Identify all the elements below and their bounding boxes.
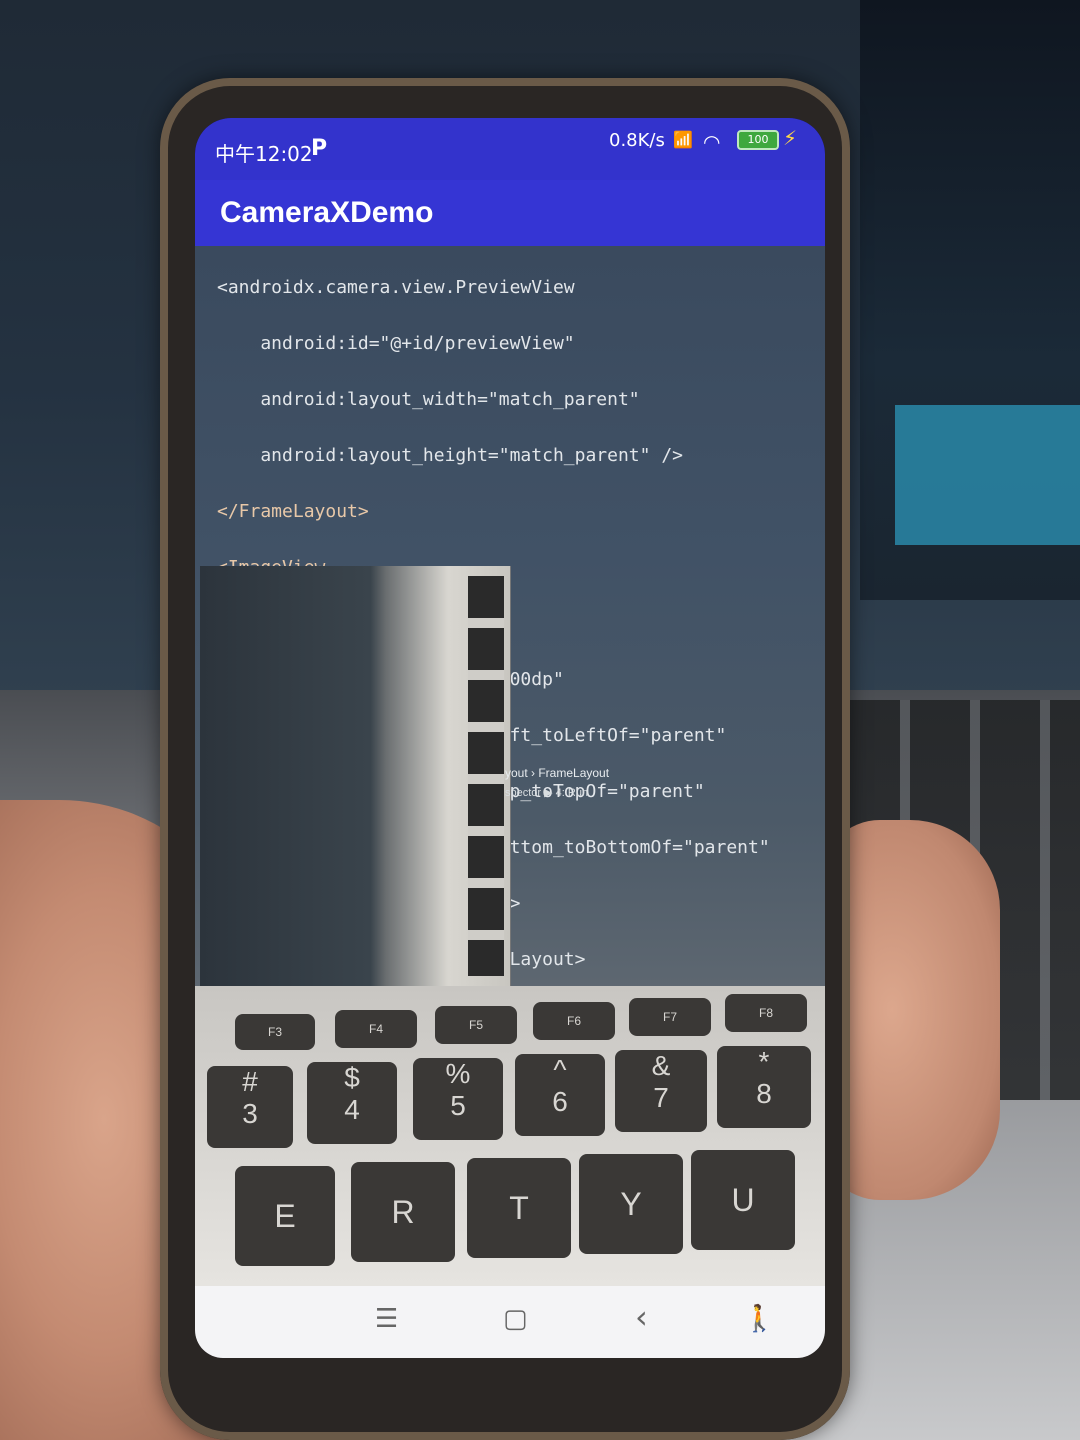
parking-icon: P [311, 136, 328, 161]
charging-icon: ⚡ [783, 126, 798, 150]
back-icon[interactable]: ‹ [635, 1298, 648, 1336]
status-time: 中午12:02 [215, 142, 313, 166]
code-line: </FrameLayout> [217, 501, 369, 522]
captured-image [200, 566, 511, 986]
phone-screen: 中午12:02 P 0.8K/s 📶 ◠ 100 ⚡ CameraXDemo <… [195, 118, 825, 1358]
captured-image-keys [468, 576, 504, 976]
key-symbol: ^ [553, 1054, 567, 1085]
key-f6: F6 [533, 1002, 615, 1040]
key-8: * 8 [717, 1046, 811, 1128]
key-digit: 5 [450, 1090, 466, 1121]
key-symbol: # [242, 1066, 258, 1097]
home-icon[interactable]: ▢ [503, 1304, 528, 1334]
key-3: #3 [207, 1066, 293, 1148]
key-digit: 6 [552, 1086, 568, 1117]
key-digit: 8 [756, 1078, 772, 1109]
key-f8: F8 [725, 994, 807, 1032]
app-bar: CameraXDemo [195, 180, 825, 246]
keyboard-photo: F3 F4 F5 F6 F7 F8 #3 $4 % 5 ^ 6 & 7 * 8 E R … [195, 986, 825, 1286]
code-line: android:id="@+id/previewView" [217, 333, 575, 354]
key-digit: 7 [653, 1082, 669, 1113]
key-digit: 4 [344, 1094, 360, 1125]
key-y: Y [579, 1154, 683, 1254]
key-symbol: * [758, 1046, 770, 1077]
key-digit: 3 [242, 1098, 258, 1129]
code-line: android:layout_height="match_parent" /> [217, 445, 683, 466]
status-bar: 中午12:02 P 0.8K/s 📶 ◠ 100 ⚡ [195, 118, 825, 180]
key-f5: F5 [435, 1006, 517, 1044]
code-line: <androidx.camera.view.PreviewView [217, 277, 575, 298]
key-symbol: & [651, 1050, 671, 1081]
key-5: % 5 [413, 1058, 503, 1140]
accessibility-icon[interactable]: 🚶 [743, 1304, 775, 1334]
ide-toolbar: spector ▶ 4: Run [505, 787, 589, 799]
net-speed: 0.8K/s [609, 130, 665, 151]
key-u: U [691, 1150, 795, 1250]
key-4: $4 [307, 1062, 397, 1144]
key-e: E [235, 1166, 335, 1266]
signal-icon: 📶 [673, 130, 693, 149]
battery-icon: 100 [737, 130, 779, 150]
code-line: android:layout_width="match_parent" [217, 389, 640, 410]
key-r: R [351, 1162, 455, 1262]
key-t: T [467, 1158, 571, 1258]
navigation-bar: ☰ ▢ ‹ 🚶 [195, 1286, 825, 1358]
key-f7: F7 [629, 998, 711, 1036]
key-symbol: % [445, 1058, 471, 1089]
key-6: ^ 6 [515, 1054, 605, 1136]
key-f4: F4 [335, 1010, 417, 1048]
app-title: CameraXDemo [220, 196, 434, 229]
ide-breadcrumb: yout › FrameLayout [505, 766, 610, 780]
background-window [895, 405, 1080, 545]
menu-icon[interactable]: ☰ [375, 1304, 398, 1334]
key-symbol: $ [344, 1062, 360, 1093]
key-f3: F3 [235, 1014, 315, 1050]
key-7: & 7 [615, 1050, 707, 1132]
camera-preview[interactable]: <androidx.camera.view.PreviewView androi… [195, 246, 825, 1286]
wifi-icon: ◠ [703, 130, 721, 154]
